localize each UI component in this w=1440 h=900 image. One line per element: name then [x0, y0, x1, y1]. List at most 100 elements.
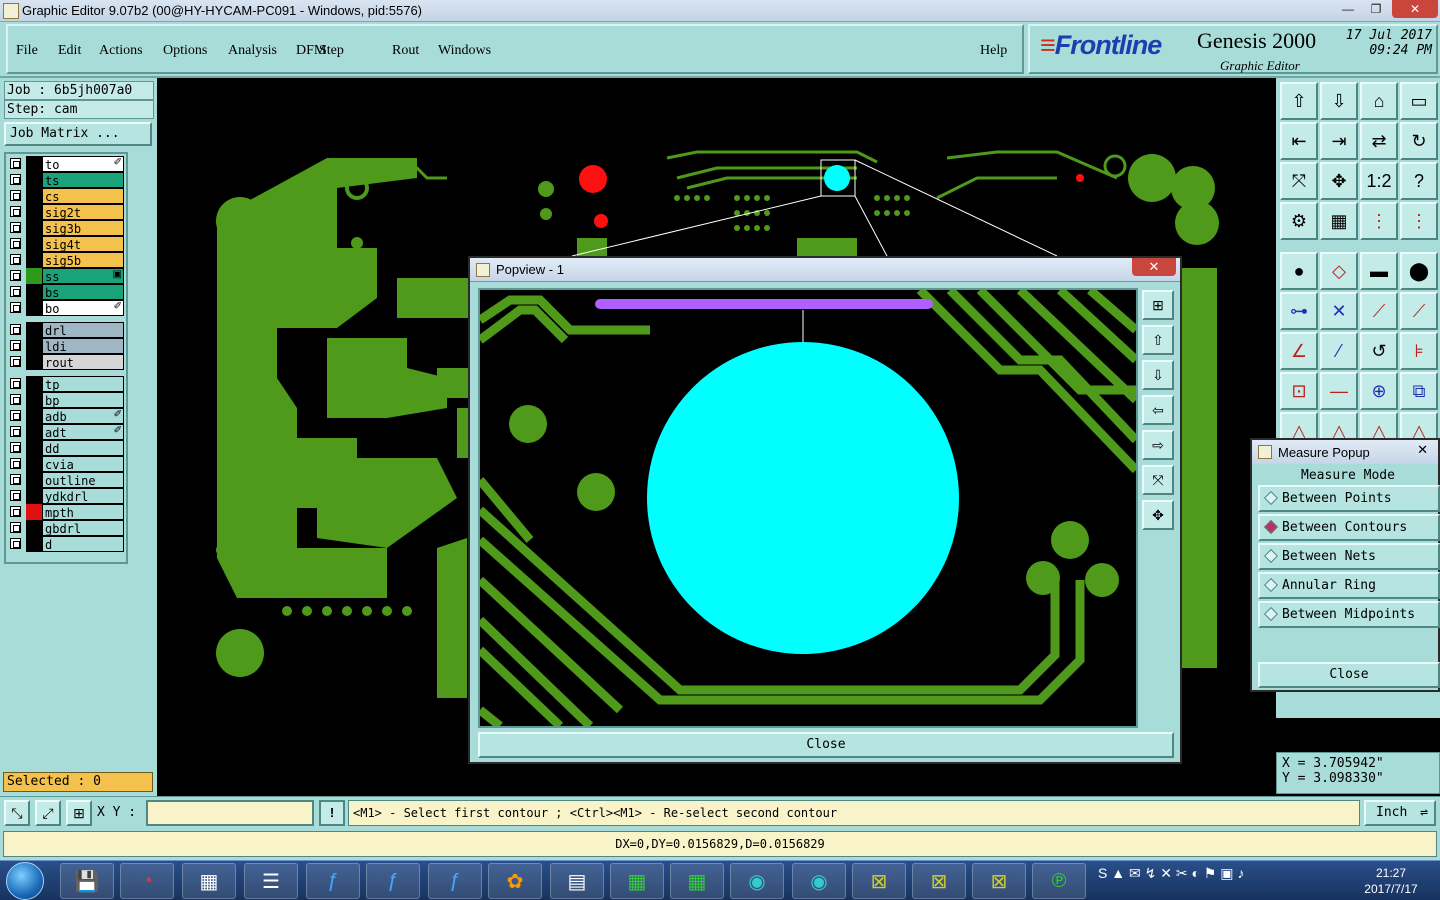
layer-checkbox[interactable] — [10, 222, 21, 233]
layer-color-swatch[interactable] — [26, 536, 42, 552]
layer-color-swatch[interactable] — [26, 408, 42, 424]
menu-actions[interactable]: Actions — [99, 43, 143, 59]
popview-close-x-button[interactable]: ✕ — [1132, 258, 1176, 276]
layer-checkbox[interactable] — [10, 174, 21, 185]
close-window-button[interactable]: ✕ — [1392, 0, 1438, 18]
measure-option-between-contours[interactable]: Between Contours — [1258, 514, 1440, 541]
align-icon[interactable]: ⊧ — [1400, 332, 1438, 370]
taskbar-shell-icon[interactable]: ✿ — [488, 863, 542, 899]
layer-row-sig5b[interactable]: sig5b — [8, 252, 126, 268]
layer-color-swatch[interactable] — [26, 504, 42, 520]
undo-icon[interactable]: ↺ — [1360, 332, 1398, 370]
line-point-icon[interactable]: ⟋ — [1400, 292, 1438, 330]
menu-rout[interactable]: Rout — [392, 43, 419, 59]
layer-name[interactable]: sig5b — [42, 252, 124, 268]
edit-move-icon[interactable]: ⇩ — [1320, 82, 1358, 120]
taskbar-save-icon[interactable]: 💾 — [60, 863, 114, 899]
layer-row-cvia[interactable]: cvia — [8, 456, 126, 472]
measure-option-between-points[interactable]: Between Points — [1258, 485, 1440, 512]
layer-checkbox[interactable] — [10, 158, 21, 169]
taskbar-p-icon[interactable]: ℗ — [1032, 863, 1086, 899]
popview-zoom-icon[interactable]: ⊞ — [1142, 290, 1174, 320]
restore-button[interactable]: ❐ — [1362, 0, 1390, 18]
popview-fit-icon[interactable]: ⤧ — [1142, 465, 1174, 495]
taskbar-document-icon[interactable]: ▤ — [550, 863, 604, 899]
popview-center-icon[interactable]: ✥ — [1142, 500, 1174, 530]
taskbar-notepad-icon[interactable]: ☰ — [244, 863, 298, 899]
taskbar-frontline-icon[interactable]: ƒ — [428, 863, 482, 899]
layer-name[interactable]: mpth — [42, 504, 124, 520]
layer-name[interactable]: cvia — [42, 456, 124, 472]
layer-name[interactable]: dd — [42, 440, 124, 456]
layer-checkbox[interactable] — [10, 324, 21, 335]
layer-name[interactable]: sig3b — [42, 220, 124, 236]
layer-row-ts[interactable]: ts — [8, 172, 126, 188]
scale-icon[interactable]: 1:2 — [1360, 162, 1398, 200]
start-button[interactable] — [6, 862, 44, 900]
edit-copy-icon[interactable]: ⇧ — [1280, 82, 1318, 120]
layer-color-swatch[interactable] — [26, 204, 42, 220]
layer-name[interactable]: adb — [42, 408, 124, 424]
layer-name[interactable]: bp — [42, 392, 124, 408]
layer-row-drl[interactable]: drl — [8, 322, 126, 338]
popview-pan-right-icon[interactable]: ⇨ — [1142, 430, 1174, 460]
layer-row-ss[interactable]: ss ▣ — [8, 268, 126, 284]
menu-analysis[interactable]: Analysis — [228, 43, 277, 59]
layer-color-swatch[interactable] — [26, 220, 42, 236]
measure-option-between-nets[interactable]: Between Nets — [1258, 543, 1440, 570]
polygon-icon[interactable]: ◇ — [1320, 252, 1358, 290]
popview-close-button[interactable]: Close — [478, 732, 1174, 758]
select-icon[interactable]: ⊡ — [1280, 372, 1318, 410]
layer-checkbox[interactable] — [10, 238, 21, 249]
layers-red-icon[interactable]: ⋮ — [1360, 202, 1398, 240]
layer-checkbox[interactable] — [10, 270, 21, 281]
rotate-icon[interactable]: ↻ — [1400, 122, 1438, 160]
layer-row-gbdrl[interactable]: gbdrl — [8, 520, 126, 536]
layer-checkbox[interactable] — [10, 190, 21, 201]
ruler-icon[interactable]: ▬ — [1360, 252, 1398, 290]
center-icon[interactable]: ✥ — [1320, 162, 1358, 200]
taskbar-excel-icon[interactable]: ▦ — [670, 863, 724, 899]
layer-row-d[interactable]: d — [8, 536, 126, 552]
popview-canvas[interactable] — [478, 288, 1138, 728]
taskbar-frontline-icon[interactable]: ƒ — [306, 863, 360, 899]
layer-name[interactable]: ldi — [42, 338, 124, 354]
measure-close-x-button[interactable]: ✕ — [1417, 442, 1428, 458]
layer-color-swatch[interactable] — [26, 488, 42, 504]
units-dropdown[interactable]: Inch ⇌ — [1364, 800, 1436, 826]
layer-color-swatch[interactable] — [26, 172, 42, 188]
layer-row-bs[interactable]: bs — [8, 284, 126, 300]
angle-icon[interactable]: ∠ — [1280, 332, 1318, 370]
help-icon[interactable]: ? — [1400, 162, 1438, 200]
layer-row-ldi[interactable]: ldi — [8, 338, 126, 354]
menu-help[interactable]: Help — [980, 43, 1007, 59]
job-matrix-button[interactable]: Job Matrix ... — [4, 122, 152, 146]
layer-color-swatch[interactable] — [26, 268, 42, 284]
taskbar-excel-icon[interactable]: ▦ — [610, 863, 664, 899]
layer-name[interactable]: sig4t — [42, 236, 124, 252]
layer-name[interactable]: drl — [42, 322, 124, 338]
measure-option-between-midpoints[interactable]: Between Midpoints — [1258, 601, 1440, 628]
popview-pan-down-icon[interactable]: ⇩ — [1142, 360, 1174, 390]
layer-row-ydkdrl[interactable]: ydkdrl — [8, 488, 126, 504]
grid-snap-icon[interactable]: ⊞ — [66, 800, 92, 826]
layer-checkbox[interactable] — [10, 206, 21, 217]
layer-color-swatch[interactable] — [26, 520, 42, 536]
layer-checkbox[interactable] — [10, 286, 21, 297]
layer-color-swatch[interactable] — [26, 456, 42, 472]
xy-input[interactable] — [146, 800, 314, 826]
layer-checkbox[interactable] — [10, 340, 21, 351]
layer-checkbox[interactable] — [10, 254, 21, 265]
taskbar-app-icon[interactable]: ◔ — [120, 863, 174, 899]
layer-row-adb[interactable]: adb ✐ — [8, 408, 126, 424]
layer-color-swatch[interactable] — [26, 156, 42, 172]
system-clock[interactable]: 21:27 2017/7/17 — [1350, 865, 1432, 897]
popview-pan-left-icon[interactable]: ⇦ — [1142, 395, 1174, 425]
layer-checkbox[interactable] — [10, 426, 21, 437]
layer-name[interactable]: cs — [42, 188, 124, 204]
layer-row-bo[interactable]: bo ✐ — [8, 300, 126, 316]
menu-windows[interactable]: Windows — [438, 43, 491, 59]
layer-color-swatch[interactable] — [26, 322, 42, 338]
layer-checkbox[interactable] — [10, 474, 21, 485]
layer-checkbox[interactable] — [10, 442, 21, 453]
